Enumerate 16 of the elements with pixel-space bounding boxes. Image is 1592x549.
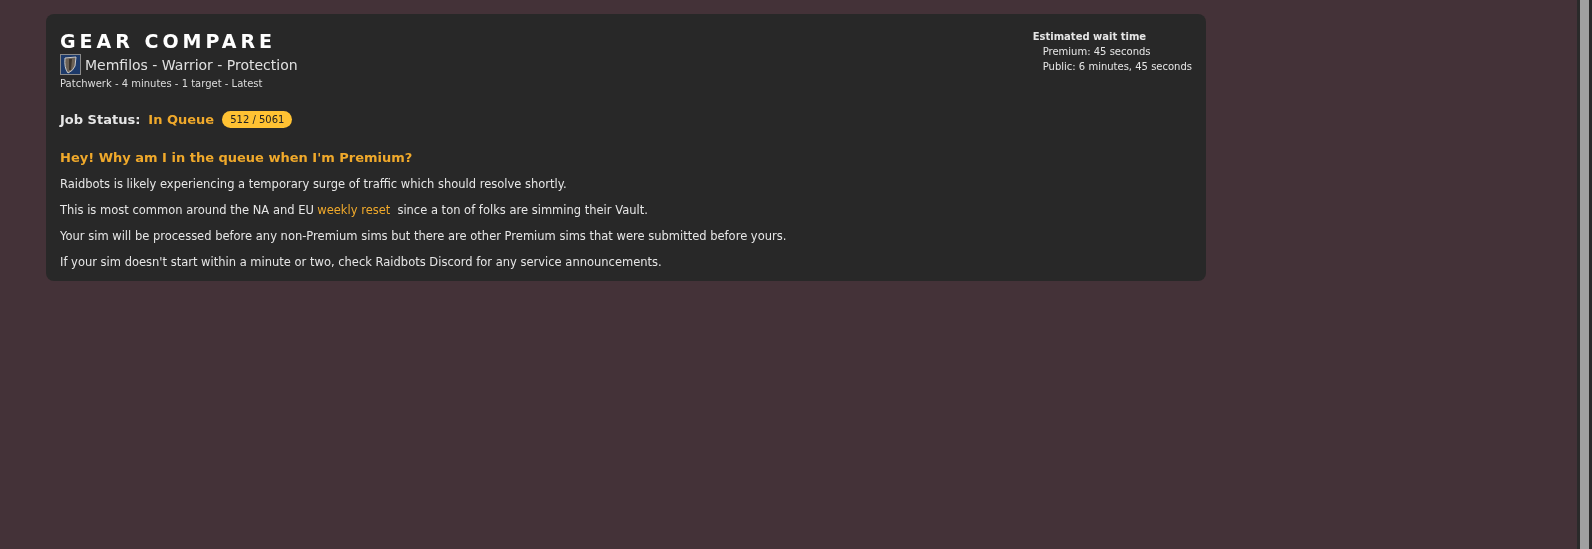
weekly-reset-link[interactable]: weekly reset bbox=[317, 203, 391, 217]
shield-icon bbox=[60, 54, 81, 75]
job-status-label: Job Status: bbox=[60, 112, 141, 127]
faq-paragraph: If your sim doesn't start within a minute or two, check Raidbots Discord for any service announcements. bbox=[60, 255, 663, 269]
wait-time-line: Premium: 45 seconds bbox=[1041, 46, 1152, 57]
sim-details: Patchwerk - 4 minutes - 1 target - Latest bbox=[60, 78, 264, 89]
faq-question: Hey! Why am I in the queue when I'm Premium? bbox=[60, 150, 414, 165]
faq-paragraph: Your sim will be processed before any non-Premium sims but there are other Premium sims that were submitted before yours. bbox=[60, 229, 788, 243]
page-title: GEAR COMPARE bbox=[60, 30, 278, 52]
queue-position-badge: 512 / 5061 bbox=[222, 111, 293, 128]
job-status-value: In Queue bbox=[148, 112, 215, 127]
wait-time-heading: Estimated wait time bbox=[1032, 31, 1148, 42]
wait-time-line: Public: 6 minutes, 45 seconds bbox=[1041, 61, 1192, 72]
faq-paragraph: Raidbots is likely experiencing a temporary surge of traffic which should resolve shortly. bbox=[60, 177, 568, 191]
faq-paragraph: This is most common around the NA and EU weekly reset since a ton of folks are simming their Vault. bbox=[60, 203, 649, 217]
character-name: Memfilos - Warrior - Protection bbox=[85, 56, 298, 73]
